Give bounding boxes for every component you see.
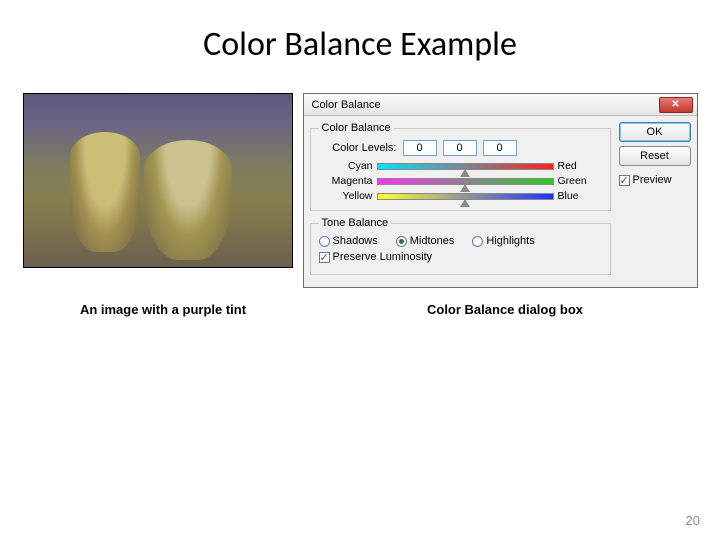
slider-label-magenta: Magenta [319, 175, 373, 187]
slider-magenta-green[interactable] [377, 178, 554, 185]
slider-label-green: Green [558, 175, 602, 187]
caption-left: An image with a purple tint [18, 302, 308, 317]
content-row: Color Balance ✕ Color Balance Color Leve… [0, 93, 720, 288]
checkbox-icon [319, 252, 330, 263]
slider-cyan-red[interactable] [377, 163, 554, 170]
slide-title: Color Balance Example [0, 0, 720, 65]
slider-label-blue: Blue [558, 190, 602, 202]
level-input-1[interactable]: 0 [403, 140, 437, 156]
radio-shadows[interactable]: Shadows [319, 235, 378, 247]
tone-balance-group: Tone Balance Shadows Midtones Highlig [310, 217, 611, 275]
radio-highlights[interactable]: Highlights [472, 235, 534, 247]
slider-label-yellow: Yellow [319, 190, 373, 202]
ok-button[interactable]: OK [619, 122, 691, 142]
radio-highlights-label: Highlights [486, 235, 534, 247]
slider-thumb-icon[interactable] [460, 184, 470, 192]
slider-thumb-icon[interactable] [460, 169, 470, 177]
color-balance-dialog: Color Balance ✕ Color Balance Color Leve… [303, 93, 698, 288]
level-input-2[interactable]: 0 [443, 140, 477, 156]
preview-label: Preview [633, 174, 672, 186]
example-image [23, 93, 293, 268]
close-button[interactable]: ✕ [659, 97, 693, 113]
radio-midtones-label: Midtones [410, 235, 455, 247]
color-levels-label: Color Levels: [319, 142, 397, 154]
dialog-titlebar[interactable]: Color Balance ✕ [304, 94, 697, 116]
radio-icon [472, 236, 483, 247]
color-balance-legend: Color Balance [319, 122, 394, 134]
caption-right: Color Balance dialog box [308, 302, 702, 317]
dialog-title: Color Balance [312, 99, 659, 111]
slider-yellow-blue[interactable] [377, 193, 554, 200]
tone-balance-legend: Tone Balance [319, 217, 392, 229]
radio-icon [396, 236, 407, 247]
radio-shadows-label: Shadows [333, 235, 378, 247]
slider-label-red: Red [558, 160, 602, 172]
page-number: 20 [686, 513, 700, 528]
reset-button[interactable]: Reset [619, 146, 691, 166]
checkbox-icon [619, 175, 630, 186]
radio-icon [319, 236, 330, 247]
color-balance-group: Color Balance Color Levels: 0 0 0 Cyan R… [310, 122, 611, 211]
preserve-luminosity-label: Preserve Luminosity [333, 251, 433, 263]
radio-midtones[interactable]: Midtones [396, 235, 455, 247]
slider-thumb-icon[interactable] [460, 199, 470, 207]
preview-checkbox[interactable]: Preview [619, 174, 672, 186]
slider-label-cyan: Cyan [319, 160, 373, 172]
preserve-luminosity-checkbox[interactable]: Preserve Luminosity [319, 251, 433, 263]
level-input-3[interactable]: 0 [483, 140, 517, 156]
